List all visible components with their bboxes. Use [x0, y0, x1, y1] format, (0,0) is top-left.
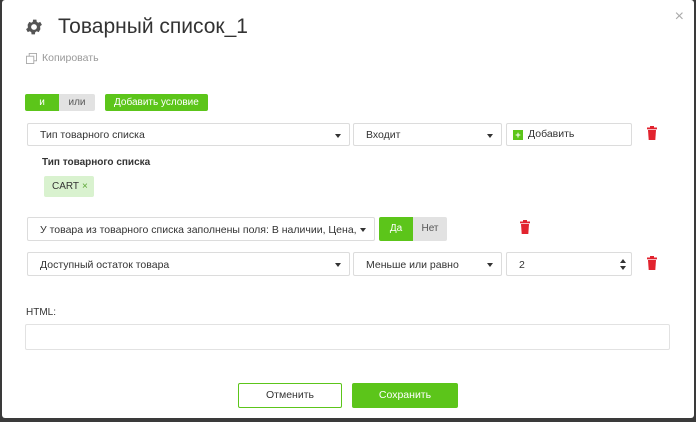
tag-label: CART	[52, 181, 80, 192]
remove-tag-icon[interactable]: ×	[82, 181, 88, 192]
cancel-button[interactable]: Отменить	[238, 383, 342, 408]
stepper-up-icon[interactable]	[620, 259, 626, 263]
gear-icon	[26, 19, 42, 35]
condition-1-field-value: Тип товарного списка	[40, 129, 145, 141]
logic-toggle: и или	[25, 94, 95, 111]
yes-button[interactable]: Да	[379, 217, 413, 241]
condition-3-field-select[interactable]: Доступный остаток товара	[27, 252, 350, 276]
chevron-down-icon	[487, 263, 493, 267]
condition-1-field-select[interactable]: Тип товарного списка	[27, 123, 350, 146]
chevron-down-icon	[335, 134, 341, 138]
html-field-label: HTML:	[26, 307, 56, 318]
condition-1-operator-select[interactable]: Входит	[353, 123, 502, 146]
condition-1-values-title: Тип товарного списка	[42, 157, 151, 168]
logic-and-button[interactable]: и	[25, 94, 59, 111]
copy-button[interactable]: Копировать	[26, 52, 99, 64]
condition-3-operator-select[interactable]: Меньше или равно	[353, 252, 502, 276]
no-button[interactable]: Нет	[413, 217, 447, 241]
modal-title: Товарный список_1	[58, 15, 248, 38]
condition-3-value-stepper[interactable]: 2	[506, 252, 632, 276]
plus-icon: +	[513, 129, 523, 140]
condition-3-operator-value: Меньше или равно	[366, 259, 459, 271]
modal-dialog: Товарный список_1 × Копировать и или Доб…	[2, 0, 694, 418]
trash-icon[interactable]	[519, 220, 531, 234]
condition-3-field-value: Доступный остаток товара	[40, 259, 170, 271]
stepper-value: 2	[519, 259, 525, 271]
copy-icon	[26, 52, 37, 64]
trash-icon[interactable]	[646, 126, 658, 140]
add-condition-button[interactable]: Добавить условие	[105, 94, 208, 111]
chevron-down-icon	[360, 228, 366, 232]
html-input[interactable]	[25, 324, 670, 350]
condition-1-add-value-button[interactable]: + Добавить	[506, 123, 632, 146]
condition-2-field-select[interactable]: У товара из товарного списка заполнены п…	[27, 217, 375, 241]
value-tag: CART ×	[44, 176, 94, 197]
logic-or-button[interactable]: или	[59, 94, 95, 111]
stepper-down-icon[interactable]	[620, 266, 626, 270]
chevron-down-icon	[487, 134, 493, 138]
add-value-label: Добавить	[528, 128, 575, 140]
save-button[interactable]: Сохранить	[352, 383, 458, 408]
copy-label: Копировать	[42, 52, 99, 64]
modal-header: Товарный список_1	[24, 15, 248, 39]
chevron-down-icon	[335, 263, 341, 267]
condition-2-field-value: У товара из товарного списка заполнены п…	[40, 224, 357, 236]
trash-icon[interactable]	[646, 256, 658, 270]
condition-1-operator-value: Входит	[366, 129, 401, 141]
close-icon[interactable]: ×	[675, 8, 684, 26]
